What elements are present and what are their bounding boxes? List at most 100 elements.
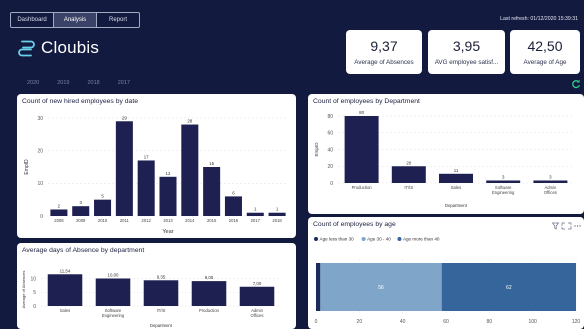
year-filter-item[interactable]: 2019 [57,80,69,86]
kpi-value: 9,37 [370,38,398,54]
data-label: 7,00 [253,281,262,286]
kpi-label: Average of Absences [354,59,414,66]
bar [533,180,568,183]
x-tick-label: Production [199,308,220,313]
x-tick-label: 100 [528,319,537,325]
legend-label: Age more than 40 [403,237,440,242]
bar [191,281,227,306]
card-employees-by-department: Count of employees by Department 0 20 40 60… [308,94,584,214]
x-tick-label: Admin Offices [544,185,557,195]
year-filter-item[interactable]: 2018 [88,80,100,86]
legend-label: Age less than 30 [320,237,355,242]
bar [159,176,177,216]
card-hires-by-date: Count of new hired employees by date 0 10… [17,94,296,238]
focus-mode-icon[interactable] [561,222,572,230]
data-label: 1 [276,207,279,212]
tab-dashboard[interactable]: Dashboard [11,13,54,27]
bar [72,206,90,216]
tab-report[interactable]: Report [97,13,139,27]
bar-segment [316,263,321,311]
data-label: 2 [58,203,61,208]
bar [50,209,68,216]
data-label: 62 [506,285,512,291]
brand-name: Cloubis [41,38,100,57]
x-tick-label: IT/IS [404,185,413,190]
x-axis-label: Department [445,203,468,208]
y-tick-label: 10 [30,276,36,282]
bar [203,167,221,216]
last-refresh-text: Last refresh: 01/12/2020 15:39:31 [500,16,578,22]
y-tick-label: 5 [33,290,36,296]
data-label: 15 [209,161,214,166]
x-tick-label: 2008 [54,218,64,223]
y-axis-label: Average of Absences [21,271,26,309]
bar [115,121,133,216]
x-axis-label: Department [150,323,173,328]
data-label: 6 [232,190,235,195]
x-tick-label: 2014 [185,218,195,223]
y-axis-label: EmpID [24,159,30,175]
y-tick-label: 0 [330,181,333,187]
x-tick-label: 120 [572,319,581,325]
x-tick-label: Software Engineering [492,185,515,195]
x-tick-label: 2010 [98,218,108,223]
legend-label: Age 30 - 40 [367,237,391,242]
y-tick-label: 30 [37,116,43,122]
y-tick-label: 0 [33,304,36,310]
x-tick-label: 2015 [207,218,217,223]
visual-header-icons [552,222,581,230]
bar [143,280,179,306]
bar [137,160,155,216]
x-tick-label: 80 [487,319,493,325]
employees-by-department-chart: 0 20 40 60 80 80 Production 20 IT/IS 11 Sales 3 Soft… [314,110,574,208]
y-tick-label: 10 [37,181,43,187]
brand-logo: Cloubis [18,38,99,58]
x-tick-label: 2017 [251,218,261,223]
x-tick-label: 2011 [120,218,130,223]
chart-title: Count of employees by age [313,221,396,228]
refresh-icon[interactable] [571,79,581,89]
kpi-label: AVG employee satisf... [434,59,499,66]
more-options-icon[interactable] [574,225,581,227]
kpi-value: 3,95 [452,38,481,54]
y-tick-label: 20 [327,164,333,170]
kpi-card-age: 42,50 Average of Age [510,30,580,74]
x-tick-label: 2012 [142,218,152,223]
year-filter-item[interactable]: 2017 [118,80,130,86]
data-label: 28 [187,119,192,124]
kpi-value: 42,50 [527,38,563,54]
data-label: 5 [101,194,104,199]
x-tick-label: Sales [451,185,461,190]
x-axis-label: Year [162,229,173,235]
y-axis-label: EmpID [314,142,319,157]
bar [181,124,199,216]
data-label: 10,00 [108,273,120,278]
data-label: 11,54 [60,268,71,273]
bar [439,173,473,183]
data-label: 3 [549,174,552,179]
x-tick-label: 2013 [163,218,173,223]
x-tick-label: 20 [357,319,363,325]
employees-by-age-chart: Age less than 30 Age 30 - 40 Age more than… [314,237,581,325]
y-tick-label: 80 [327,114,333,120]
card-absence-by-department: Average days of Absence by department 0 5… [17,243,296,329]
x-tick-label: Admin Offices [251,308,264,318]
legend-marker [397,237,402,241]
bar [94,199,112,216]
bar [95,278,131,306]
tab-analysis[interactable]: Analysis [54,13,97,27]
x-tick-label: 2016 [229,218,239,223]
data-label: 1 [254,207,257,212]
x-tick-label: 2018 [272,218,282,223]
data-label: 12 [166,171,171,176]
bar [239,286,275,306]
x-tick-label: 0 [315,319,318,325]
x-tick-label: 40 [400,319,406,325]
y-tick-label: 60 [327,131,333,137]
x-tick-label: Software Engineering [102,308,125,318]
y-tick-label: 0 [40,214,43,220]
filter-icon[interactable] [552,222,560,230]
year-filter-item[interactable]: 2020 [27,80,39,86]
bar [391,166,426,183]
x-tick-label: 60 [443,319,449,325]
